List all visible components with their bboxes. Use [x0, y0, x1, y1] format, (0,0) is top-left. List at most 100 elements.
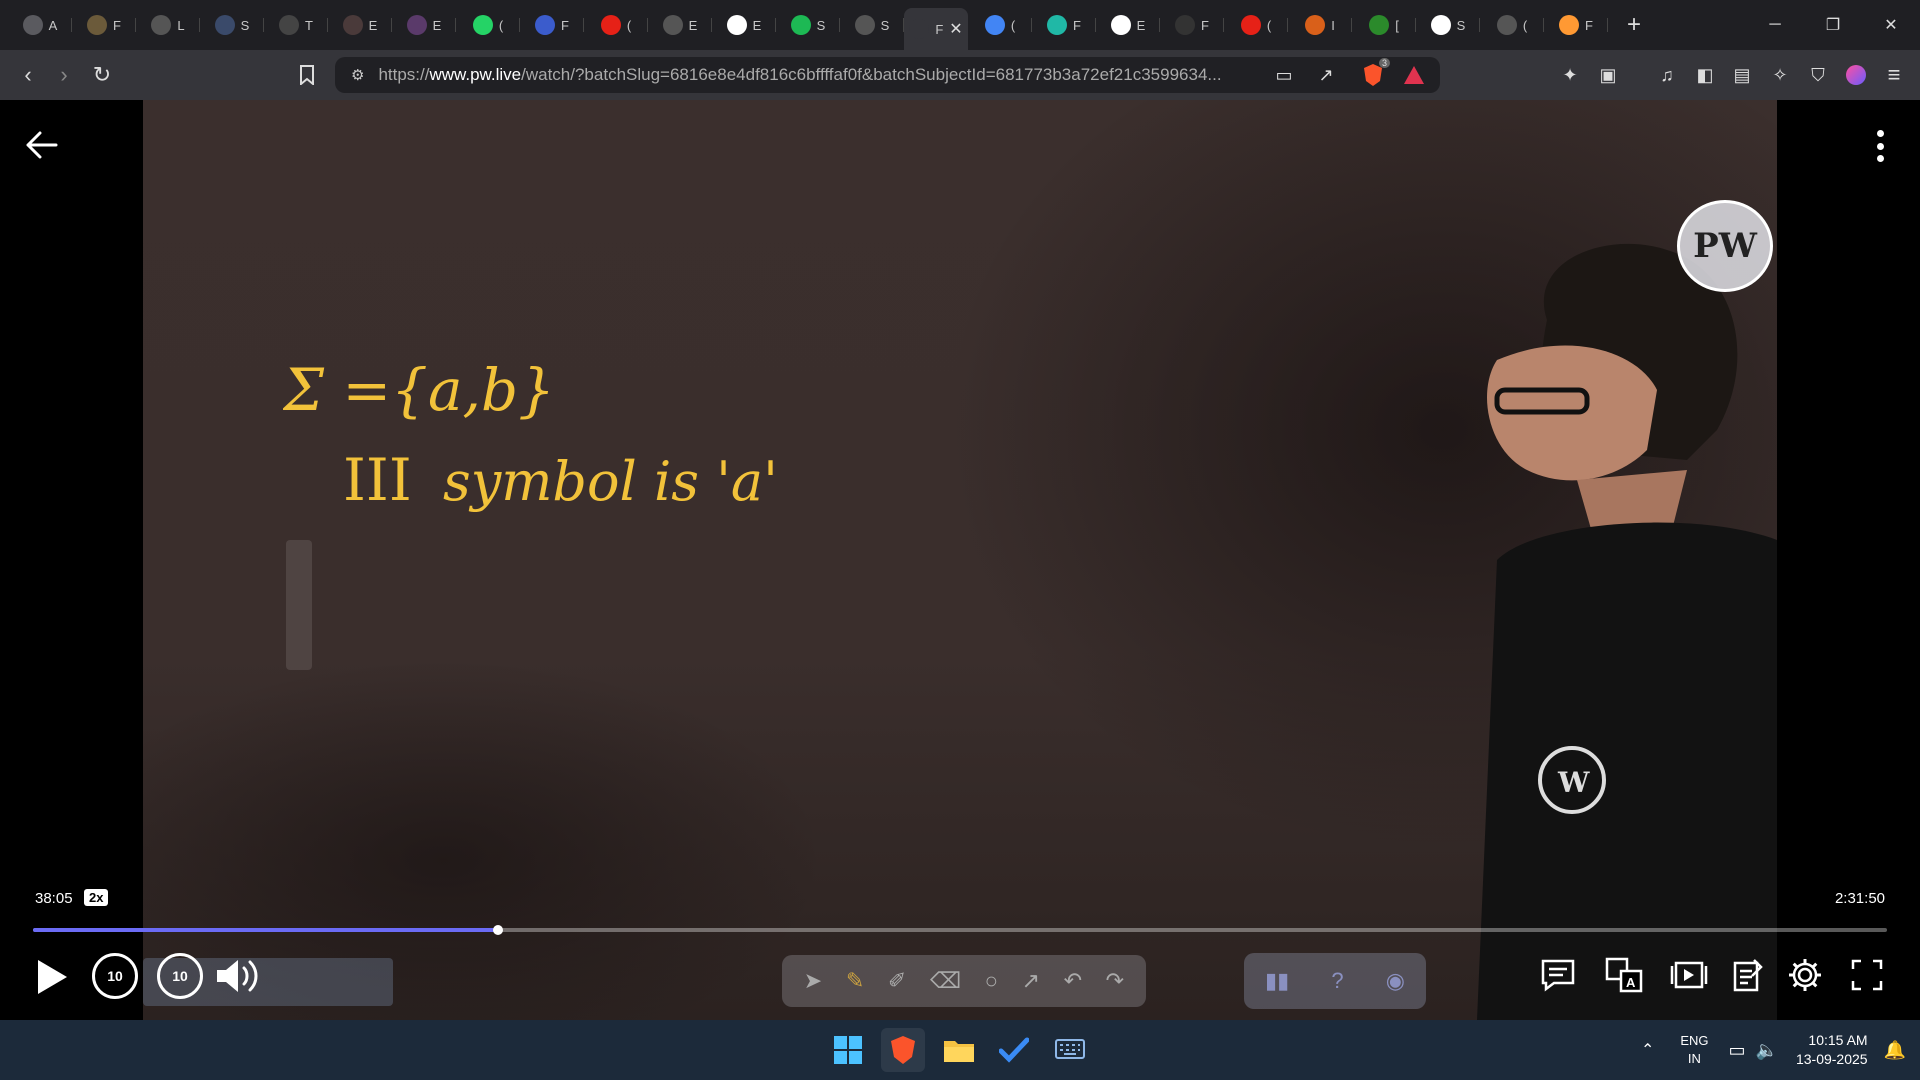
tab[interactable]: A [8, 6, 72, 44]
picture-in-picture-icon[interactable] [1668, 954, 1710, 996]
reader-mode-icon[interactable]: ▣ [1589, 56, 1627, 94]
video-frame[interactable]: Σ ={a,b} III symbol is 'a' W [143, 100, 1777, 1020]
play-button[interactable] [30, 955, 74, 999]
tab[interactable]: F [1544, 6, 1608, 44]
tab[interactable]: E [1096, 6, 1160, 44]
new-tab-button[interactable]: + [1614, 5, 1654, 45]
pen-tool-icon[interactable]: ✎ [846, 968, 864, 994]
tab[interactable]: ( [584, 6, 648, 44]
back-nav-button[interactable]: ‹ [8, 55, 48, 95]
close-window-button[interactable]: ✕ [1862, 0, 1920, 50]
forward-10-button[interactable]: 10 [157, 953, 203, 999]
menu-icon[interactable]: ≡ [1875, 56, 1913, 94]
clock[interactable]: 10:15 AM 13-09-2025 [1796, 1031, 1868, 1069]
language-indicator[interactable]: ENG IN [1680, 1032, 1708, 1068]
tab[interactable]: [ [1352, 6, 1416, 44]
tab[interactable]: F [1160, 6, 1224, 44]
sidebar-icon[interactable]: ◧ [1686, 56, 1724, 94]
wallet-icon[interactable]: ▤ [1723, 56, 1761, 94]
shape-tool-icon[interactable]: ○ [985, 968, 998, 994]
site-settings-icon[interactable]: ⚙ [351, 66, 364, 84]
tab-title: ( [1522, 17, 1528, 33]
tab[interactable]: E [328, 6, 392, 44]
tab[interactable]: S [1416, 6, 1480, 44]
eraser-tool-icon[interactable]: ⌫ [930, 968, 961, 994]
media-icon[interactable]: ♫ [1648, 56, 1686, 94]
tab[interactable]: I [1288, 6, 1352, 44]
show-hidden-icons-icon[interactable]: ⌃ [1641, 1040, 1654, 1060]
seek-bar[interactable] [33, 925, 1887, 935]
site-icon [214, 15, 235, 35]
tab-title: ( [498, 17, 504, 33]
highlighter-tool-icon[interactable]: ✐ [888, 968, 906, 994]
file-explorer-icon[interactable] [937, 1028, 981, 1072]
volume-tray-icon[interactable]: 🔈 [1756, 1040, 1778, 1061]
network-icon[interactable]: ▭ [1729, 1040, 1746, 1061]
share-icon[interactable]: ↗ [1307, 56, 1345, 94]
forward-seconds: 10 [172, 968, 188, 984]
pointer-tool-icon[interactable]: ➤ [804, 968, 822, 994]
playback-speed-badge[interactable]: 2x [84, 889, 109, 906]
translate-icon[interactable]: A [1603, 954, 1645, 996]
seek-bar-handle[interactable] [492, 925, 503, 935]
whatsapp-icon [472, 15, 493, 35]
tab[interactable]: F [1032, 6, 1096, 44]
extensions-icon[interactable]: ✦ [1551, 56, 1589, 94]
tab[interactable]: E [648, 6, 712, 44]
rewind-10-button[interactable]: 10 [92, 953, 138, 999]
volume-button[interactable] [212, 953, 266, 999]
vpn-icon[interactable]: ⛉ [1799, 56, 1837, 94]
reload-button[interactable]: ↻ [82, 55, 122, 95]
brave-shields-icon[interactable]: 3 [1354, 56, 1392, 94]
question-icon[interactable]: ? [1331, 968, 1343, 994]
video-player[interactable]: Σ ={a,b} III symbol is 'a' W PW 38:05 2x… [0, 100, 1920, 1020]
tab[interactable]: F [520, 6, 584, 44]
interaction-toolbar: ▮▮ ? ◉ [1244, 953, 1426, 1009]
touch-keyboard-icon[interactable] [1048, 1028, 1092, 1072]
region-code: IN [1687, 1051, 1701, 1066]
tab[interactable]: ( [1480, 6, 1544, 44]
profile-icon[interactable] [1837, 56, 1875, 94]
restore-button[interactable]: ❐ [1804, 0, 1862, 50]
camera-icon[interactable]: ◉ [1386, 968, 1405, 994]
shields-badge: 3 [1378, 58, 1390, 68]
arrow-tool-icon[interactable]: ↗ [1022, 968, 1040, 994]
tab[interactable]: ( [1224, 6, 1288, 44]
tab[interactable]: L [136, 6, 200, 44]
whiteboard-side-handle[interactable] [286, 540, 312, 670]
start-menu-icon[interactable] [826, 1028, 870, 1072]
minimize-button[interactable]: ─ [1746, 0, 1804, 50]
poll-icon[interactable]: ▮▮ [1265, 968, 1289, 994]
notifications-icon[interactable]: 🔔 [1884, 1040, 1906, 1061]
bookmark-icon[interactable] [288, 56, 326, 94]
tab[interactable]: S [840, 6, 904, 44]
tab[interactable]: T [264, 6, 328, 44]
tab-active[interactable]: F ✕ [904, 8, 968, 50]
redo-icon[interactable]: ↷ [1106, 968, 1124, 994]
windows-taskbar: ⌃ ENG IN ▭ 🔈 10:15 AM 13-09-2025 🔔 [0, 1020, 1920, 1080]
more-options-icon[interactable] [1870, 126, 1890, 166]
settings-gear-icon[interactable] [1784, 954, 1826, 996]
tab[interactable]: ( [456, 6, 520, 44]
tab[interactable]: F [72, 6, 136, 44]
brave-browser-icon[interactable] [881, 1028, 925, 1072]
player-back-button[interactable] [22, 125, 62, 165]
notes-icon[interactable] [1727, 954, 1769, 996]
wiki-icon [1430, 15, 1451, 35]
cast-icon[interactable]: ▭ [1265, 56, 1303, 94]
tab[interactable]: S [776, 6, 840, 44]
tab-strip: A F L S T E E(F(E E S S F ✕(F E F(I[S(F + ─ ❐ ✕ [0, 0, 1920, 50]
tab[interactable]: ( [968, 6, 1032, 44]
brave-rewards-icon[interactable] [1395, 56, 1433, 94]
tab[interactable]: E [712, 6, 776, 44]
close-tab-icon[interactable]: ✕ [949, 19, 962, 39]
todo-icon[interactable] [992, 1028, 1036, 1072]
tab[interactable]: S [200, 6, 264, 44]
leo-ai-icon[interactable]: ✧ [1761, 56, 1799, 94]
tab[interactable]: E [392, 6, 456, 44]
google-icon [726, 15, 747, 35]
forward-nav-button[interactable]: › [44, 55, 84, 95]
undo-icon[interactable]: ↶ [1064, 968, 1082, 994]
chat-icon[interactable] [1537, 954, 1579, 996]
fullscreen-icon[interactable] [1846, 954, 1888, 996]
